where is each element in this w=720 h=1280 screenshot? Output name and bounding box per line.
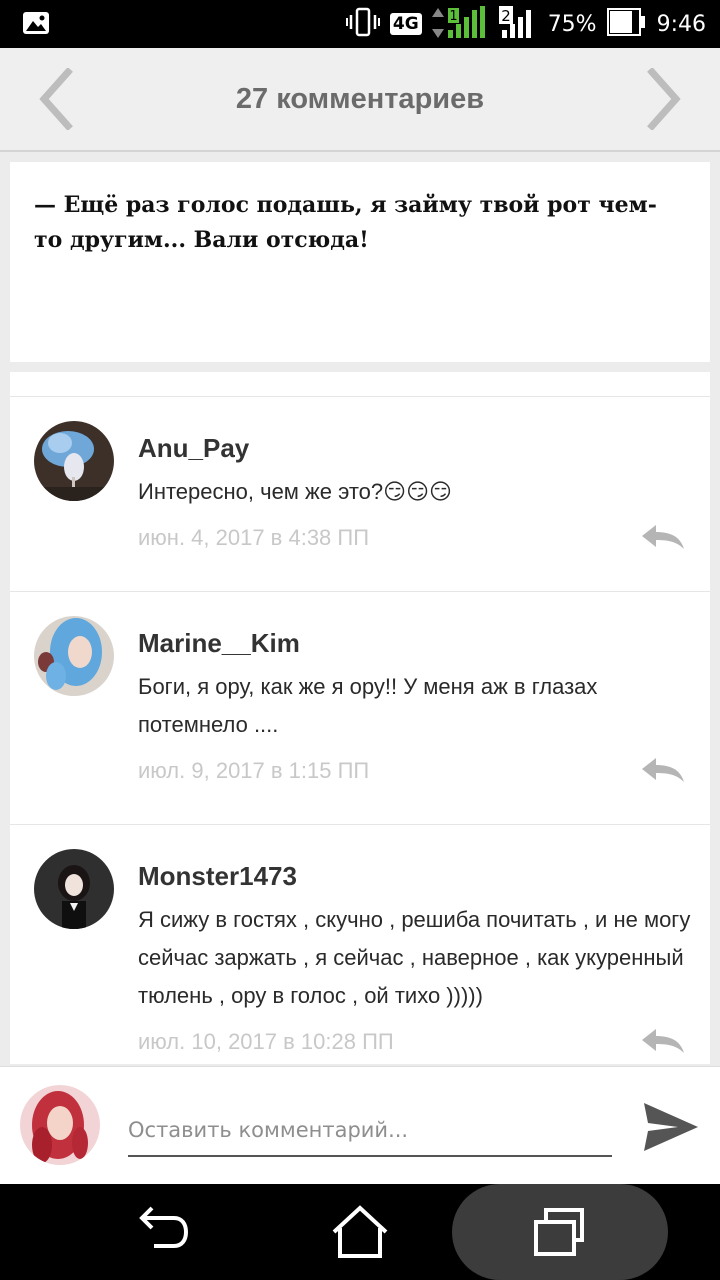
comment-author[interactable]: Monster1473	[138, 861, 297, 892]
reply-icon[interactable]	[640, 523, 686, 553]
sim-number: 1	[449, 9, 457, 24]
previous-arrow-icon[interactable]	[36, 67, 76, 131]
vibrate-icon	[345, 7, 380, 42]
quote-card: — Ещё раз голос подашь, я займу твой рот…	[10, 162, 710, 362]
comment-item: Anu_Pay Интересно, чем же это?😏😏😏 июн. 4…	[10, 396, 710, 592]
system-navigation-bar	[0, 1184, 720, 1280]
back-icon[interactable]	[130, 1202, 190, 1262]
battery-icon	[606, 7, 647, 42]
reply-icon[interactable]	[640, 756, 686, 786]
recent-apps-icon	[530, 1202, 590, 1262]
page-title: 27 комментариев	[235, 83, 485, 115]
comments-list[interactable]: Anu_Pay Интересно, чем же это?😏😏😏 июн. 4…	[10, 372, 710, 1064]
sim2-number: 2	[501, 7, 511, 25]
comment-text: Интересно, чем же это?😏😏😏	[138, 479, 452, 504]
home-icon[interactable]	[330, 1202, 390, 1262]
comment-item: Marine__Kim Боги, я ору, как же я ору!! …	[10, 591, 710, 825]
reply-icon[interactable]	[640, 1027, 686, 1057]
avatar[interactable]	[34, 421, 114, 501]
send-icon[interactable]	[638, 1095, 702, 1159]
avatar[interactable]	[34, 849, 114, 929]
gallery-notification-icon	[22, 11, 50, 40]
next-arrow-icon[interactable]	[644, 67, 684, 131]
status-bar: 4G 1 2 75% 9:46	[0, 0, 720, 48]
network-type-badge: 4G	[389, 13, 422, 35]
avatar[interactable]	[34, 616, 114, 696]
comment-author[interactable]: Marine__Kim	[138, 628, 300, 659]
comment-text: Боги, я ору, как же я ору!! У меня аж в …	[138, 674, 598, 737]
recent-apps-button[interactable]	[452, 1184, 668, 1280]
comment-input[interactable]	[128, 1105, 612, 1157]
quote-text: — Ещё раз голос подашь, я займу твой рот…	[34, 192, 657, 253]
comment-date: июл. 10, 2017 в 10:28 ПП	[138, 1029, 394, 1054]
clock: 9:46	[656, 11, 706, 37]
current-user-avatar	[20, 1085, 100, 1165]
battery-percent: 75%	[547, 11, 597, 37]
comments-header: 27 комментариев	[0, 48, 720, 152]
comment-date: июн. 4, 2017 в 4:38 ПП	[138, 525, 370, 550]
sim2-signal-icon: 2	[498, 4, 538, 45]
comment-text: Я сижу в гостях , скучно , решиба почита…	[138, 907, 691, 1008]
signal-icon: 1	[431, 4, 488, 45]
comment-composer	[0, 1066, 720, 1184]
comment-author[interactable]: Anu_Pay	[138, 433, 249, 464]
comment-date: июл. 9, 2017 в 1:15 ПП	[138, 758, 370, 783]
comment-item: Monster1473 Я сижу в гостях , скучно , р…	[10, 824, 710, 1064]
